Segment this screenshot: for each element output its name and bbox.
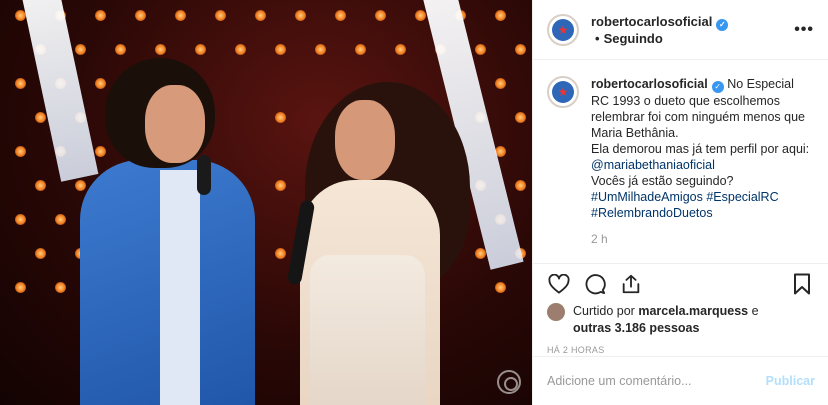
header-username[interactable]: robertocarlosoficial (591, 14, 712, 29)
caption-text: robertocarlosoficial ✓ No Especial RC 199… (591, 76, 812, 263)
stage-light-bulb (295, 10, 306, 21)
stage-light-bulb (275, 180, 286, 191)
stage-light-bulb (335, 10, 346, 21)
likes-prefix: Curtido por (573, 304, 635, 318)
caption-username[interactable]: robertocarlosoficial (591, 77, 708, 91)
singer-woman-face (335, 100, 395, 180)
stage-light-bulb (315, 44, 326, 55)
stage-light-bulb (55, 214, 66, 225)
likes-joiner: e (751, 304, 759, 318)
stage-light-bulb (75, 44, 86, 55)
singer-woman-dress (310, 255, 425, 405)
singer-man-shirt (160, 170, 200, 405)
header-separator: • (595, 30, 600, 46)
stage-light-bulb (95, 78, 106, 89)
stage-light-bulb (95, 146, 106, 157)
heart-icon[interactable] (547, 272, 571, 296)
likes-text: Curtido por marcela.marquess e outras 3.… (573, 303, 759, 337)
stage-light-bulb (15, 214, 26, 225)
stage-light-bulb (275, 44, 286, 55)
more-dots-icon[interactable]: ••• (794, 21, 814, 39)
stage-light-bulb (515, 112, 526, 123)
instagram-post: robertocarlosoficial✓•Seguindo ••• rober… (0, 0, 828, 405)
stage-light-bulb (35, 248, 46, 259)
stage-light-bulb (95, 10, 106, 21)
caption-avatar[interactable] (547, 76, 579, 108)
post-side-panel: robertocarlosoficial✓•Seguindo ••• rober… (532, 0, 828, 405)
hashtag-link[interactable]: #RelembrandoDuetos (591, 206, 713, 220)
post-caption: robertocarlosoficial✓ No Especial RC 199… (533, 60, 828, 263)
stage-light-bulb (35, 180, 46, 191)
globo-watermark-icon (497, 370, 521, 394)
stage-light-bulb (495, 78, 506, 89)
profile-avatar[interactable] (547, 13, 579, 46)
stage-light-bulb (495, 282, 506, 293)
post-timestamp: HÁ 2 HORAS (547, 345, 605, 355)
stage-light-bulb (235, 44, 246, 55)
stage-light-bulb (275, 112, 286, 123)
stage-light-bulb (175, 10, 186, 21)
stage-light-bulb (75, 180, 86, 191)
header-user-line: robertocarlosoficial ✓ • Seguindo (591, 14, 794, 46)
stage-light-bulb (135, 10, 146, 21)
stage-light-bulb (35, 112, 46, 123)
stage-light-bulb (215, 10, 226, 21)
stage-light-bulb (475, 44, 486, 55)
stage-light-bulb (375, 10, 386, 21)
share-icon[interactable] (619, 272, 643, 296)
action-bar (533, 263, 828, 303)
likes-others-link[interactable]: outras 3.186 pessoas (573, 321, 699, 335)
caption-body-2: Ela demorou mas já tem perfil por aqui: (591, 142, 810, 156)
stage-light-bulb (255, 10, 266, 21)
stage-light-bulb (15, 146, 26, 157)
comment-box: Publicar (533, 356, 828, 405)
hashtag-link[interactable]: #UmMilhadeAmigos (591, 190, 703, 204)
stage-light-bulb (475, 248, 486, 259)
liker-username[interactable]: marcela.marquess (638, 304, 748, 318)
stage-light-bulb (415, 10, 426, 21)
stage-light-bulb (395, 44, 406, 55)
stage-light-bulb (55, 282, 66, 293)
hashtag-link[interactable]: #EspecialRC (706, 190, 778, 204)
stage-light-bulb (195, 44, 206, 55)
bookmark-icon[interactable] (790, 272, 814, 296)
caption-time-ago: 2 h (591, 232, 608, 246)
stage-light-bulb (275, 248, 286, 259)
microphone (197, 155, 211, 195)
stage-light-bulb (495, 10, 506, 21)
comment-input[interactable] (547, 374, 766, 388)
stage-light-bulb (115, 44, 126, 55)
stage-light-bulb (355, 44, 366, 55)
stage-light-bulb (15, 282, 26, 293)
liker-avatar[interactable] (547, 303, 565, 321)
stage-light-bulb (155, 44, 166, 55)
caption-body-3: Vocês já estão seguindo? (591, 174, 734, 188)
verified-badge-icon: ✓ (711, 81, 724, 93)
stage-light-bulb (515, 44, 526, 55)
post-header: robertocarlosoficial ✓ • Seguindo ••• (533, 0, 828, 60)
comment-icon[interactable] (583, 272, 607, 296)
singer-man-face (145, 85, 205, 163)
stage-light-bulb (515, 180, 526, 191)
caption-mention-link[interactable]: @mariabethaniaoficial (591, 158, 715, 172)
follow-status-button[interactable]: Seguindo (604, 31, 663, 46)
publish-button[interactable]: Publicar (766, 374, 815, 388)
verified-badge-icon: ✓ (716, 18, 729, 31)
post-photo[interactable] (0, 0, 532, 405)
likes-summary: Curtido por marcela.marquess e outras 3.… (533, 303, 828, 337)
stage-light-bulb (15, 78, 26, 89)
